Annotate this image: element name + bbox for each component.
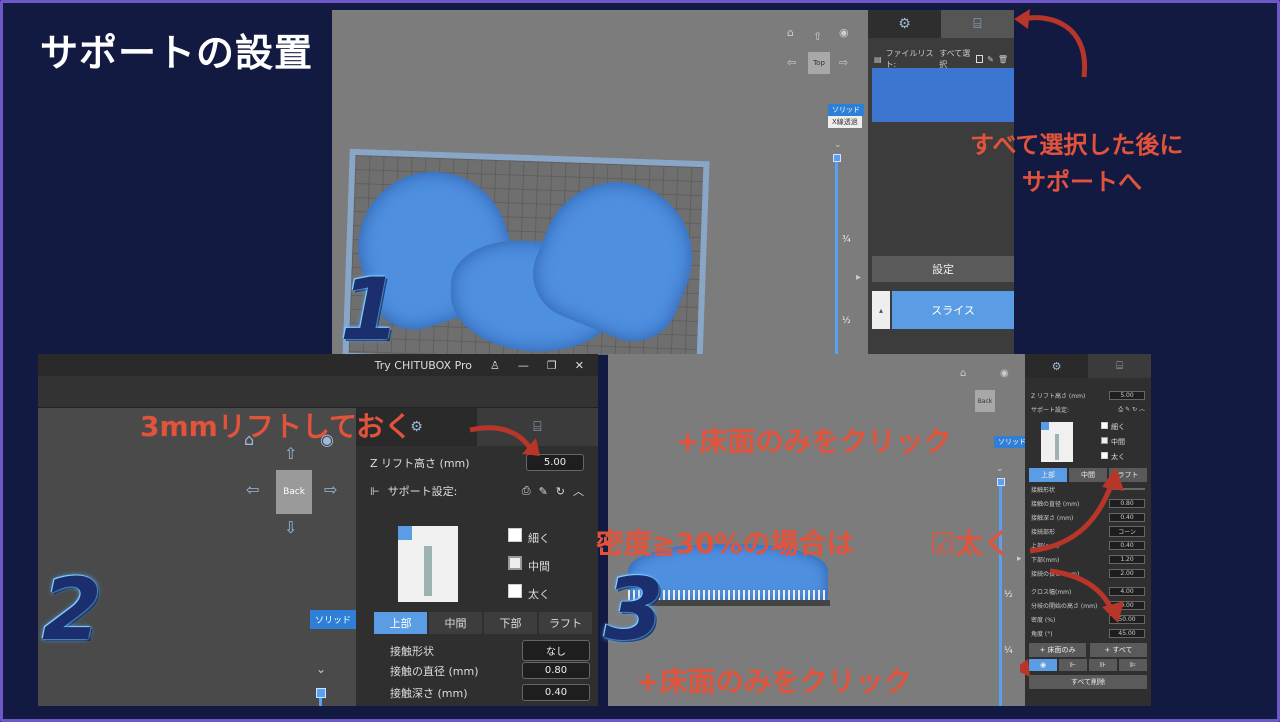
select-all-checkbox[interactable] bbox=[976, 55, 984, 63]
support-settings-label: サポート設定: bbox=[1031, 406, 1070, 414]
option-thin[interactable]: 細く bbox=[1101, 422, 1125, 432]
refresh-icon[interactable]: ↻ bbox=[556, 485, 565, 498]
slider-mark: ½ bbox=[1004, 590, 1013, 600]
tab-support[interactable]: ⌸ bbox=[941, 10, 1014, 38]
chevron-down-icon[interactable]: ⌄ bbox=[996, 464, 1004, 474]
step-number: 1 bbox=[340, 260, 400, 360]
close-icon[interactable]: ✕ bbox=[575, 359, 584, 372]
option-thin[interactable]: 細く bbox=[508, 528, 550, 546]
edit-icon[interactable]: ✎ bbox=[539, 485, 548, 498]
trash-icon[interactable]: 🗑 bbox=[998, 55, 1008, 64]
tab-raft[interactable]: ラフト bbox=[539, 612, 592, 634]
option-thick[interactable]: 太く bbox=[508, 584, 550, 602]
view-cube[interactable]: Top bbox=[808, 52, 830, 74]
note-click-platform-top: +床面のみをクリック bbox=[676, 425, 952, 458]
window-title: Try CHITUBOX Pro bbox=[374, 358, 473, 372]
slice-button[interactable]: スライス bbox=[892, 291, 1014, 329]
option-medium[interactable]: 中間 bbox=[1101, 437, 1125, 447]
collapse-arrow-icon[interactable]: ▴ bbox=[872, 291, 890, 329]
step-number: 2 bbox=[42, 560, 102, 660]
view-cube[interactable]: Back bbox=[276, 470, 312, 514]
eye-icon[interactable]: ◉ bbox=[839, 26, 849, 39]
settings-tool-icons[interactable]: ⎙ ✎ ↻ ︿ bbox=[1118, 404, 1145, 414]
param-label: 接触の直径 (mm) bbox=[390, 664, 479, 678]
file-list-label: ファイルリスト: bbox=[885, 49, 934, 69]
view-cube[interactable]: Back bbox=[975, 390, 995, 412]
layer-slider-knob[interactable] bbox=[316, 688, 326, 698]
note-lift-3mm: 3mmリフトしておく bbox=[140, 410, 413, 443]
contact-diameter-input[interactable]: 0.80 bbox=[522, 662, 590, 679]
param-label: 接触深さ (mm) bbox=[390, 686, 468, 700]
home-icon[interactable]: ⌂ bbox=[787, 26, 794, 39]
chevron-down-icon[interactable]: ⌄ bbox=[834, 140, 842, 150]
home-icon[interactable]: ⌂ bbox=[960, 368, 966, 379]
menu-bar bbox=[38, 376, 598, 408]
tab-support[interactable]: ⌸ bbox=[1088, 354, 1151, 378]
edit-icon[interactable]: ✎ bbox=[987, 55, 994, 64]
param-label: 接触形状 bbox=[390, 644, 434, 658]
panel1-sidebar: ⚙ ⌸ ▤ ファイルリスト: すべて選択 ✎ 🗑 設定 ▴ スライス bbox=[868, 10, 1014, 355]
file-list-selected[interactable] bbox=[872, 68, 1014, 122]
settings-button[interactable]: 設定 bbox=[872, 256, 1014, 282]
z-lift-label: Z リフト高さ (mm) bbox=[370, 456, 470, 470]
tab-settings[interactable]: ⚙ bbox=[1025, 354, 1088, 378]
slider-mark: ¾ bbox=[842, 235, 851, 245]
step-number: 3 bbox=[604, 560, 664, 660]
tab-settings[interactable]: ⚙ bbox=[868, 10, 941, 38]
arrow-down-icon[interactable]: ⇩ bbox=[284, 518, 297, 537]
option-medium[interactable]: 中間 bbox=[508, 556, 550, 574]
annotation-arrows bbox=[1020, 467, 1124, 677]
tab-bottom[interactable]: 下部 bbox=[484, 612, 537, 634]
import-icon[interactable]: ⎙ bbox=[522, 484, 531, 498]
contact-shape-select[interactable]: なし bbox=[522, 640, 590, 661]
arrow-left-icon[interactable]: ⇦ bbox=[246, 480, 259, 499]
gear-icon: ⚙ bbox=[1051, 359, 1062, 373]
slider-mark: ½ bbox=[842, 316, 851, 326]
xray-mode-tag[interactable]: X線透過 bbox=[828, 116, 862, 128]
arrow-to-support-tab bbox=[1014, 9, 1088, 78]
support-icon: ⌸ bbox=[1116, 359, 1123, 372]
tab-middle[interactable]: 中間 bbox=[429, 612, 482, 634]
tab-top[interactable]: 上部 bbox=[374, 612, 427, 634]
chevron-down-icon[interactable]: ⌄ bbox=[316, 662, 326, 676]
note-after-select-all: すべて選択した後に bbox=[970, 131, 1184, 159]
panel2-viewport[interactable]: ⌂ ◉ ⇧ ⇦ ⇨ ⇩ Back ソリッド ⌄ bbox=[38, 408, 356, 706]
note-density: 密度≧30%の場合は bbox=[596, 527, 855, 560]
restore-icon[interactable]: ❐ bbox=[547, 359, 557, 372]
minimize-icon[interactable]: — bbox=[518, 359, 529, 372]
arrow-to-z-lift bbox=[469, 425, 540, 456]
note-click-platform-bottom: +床面のみをクリック bbox=[636, 665, 912, 698]
arrow-left-icon[interactable]: ⇦ bbox=[787, 56, 796, 69]
arrow-up-icon[interactable]: ⇧ bbox=[813, 30, 822, 43]
support-icon: ⌸ bbox=[973, 16, 982, 32]
file-icon: ▤ bbox=[874, 54, 882, 64]
support-icon: ⊩ bbox=[370, 484, 380, 498]
gear-icon: ⚙ bbox=[898, 16, 911, 32]
contact-depth-input[interactable]: 0.40 bbox=[522, 684, 590, 701]
support-settings-label: サポート設定: bbox=[387, 485, 458, 498]
layer-slider[interactable] bbox=[835, 158, 838, 355]
eye-icon[interactable]: ◉ bbox=[1000, 368, 1009, 379]
layer-slider[interactable] bbox=[999, 482, 1002, 706]
page-title: サポートの設置 bbox=[40, 31, 314, 75]
chevron-up-icon[interactable]: ︿ bbox=[573, 483, 584, 499]
panel-expand-icon[interactable]: ▸ bbox=[856, 272, 861, 283]
user-icon[interactable]: ♙ bbox=[490, 359, 500, 372]
note-thick-check: ☑太く bbox=[930, 527, 1012, 560]
slider-mark: ¼ bbox=[1004, 646, 1013, 656]
z-lift-label: Z リフト高さ (mm) bbox=[1031, 392, 1086, 400]
note-to-support: サポートへ bbox=[1022, 168, 1142, 196]
arrow-right-icon[interactable]: ⇨ bbox=[324, 480, 337, 499]
layer-slider-knob[interactable] bbox=[997, 478, 1005, 486]
arrow-up-icon[interactable]: ⇧ bbox=[284, 444, 297, 463]
solid-mode-tag[interactable]: ソリッド bbox=[310, 610, 356, 629]
solid-mode-tag[interactable]: ソリッド bbox=[828, 104, 864, 116]
support-preview bbox=[398, 526, 458, 602]
select-all-label: すべて選択 bbox=[939, 49, 971, 69]
arrow-right-icon[interactable]: ⇨ bbox=[839, 56, 848, 69]
z-lift-input[interactable]: 5.00 bbox=[1109, 390, 1145, 400]
layer-slider-knob[interactable] bbox=[833, 154, 841, 162]
